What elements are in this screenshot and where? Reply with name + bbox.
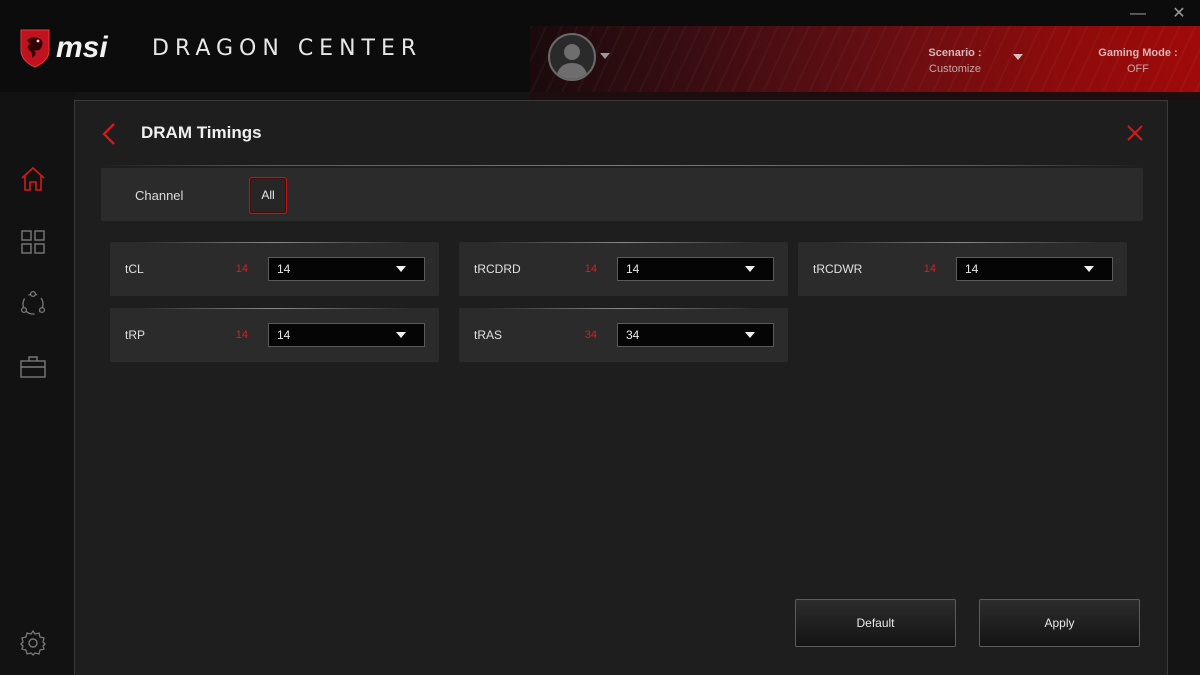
back-arrow-icon[interactable] xyxy=(99,121,119,147)
apply-button[interactable]: Apply xyxy=(979,599,1140,647)
dropdown-arrow-icon xyxy=(1084,266,1094,272)
network-icon[interactable] xyxy=(18,289,48,319)
dropdown-arrow-icon xyxy=(745,266,755,272)
minimize-window-button[interactable]: — xyxy=(1127,4,1149,24)
timing-card-trcdwr: tRCDWR 14 14 xyxy=(798,242,1127,296)
channel-all-button[interactable]: All xyxy=(249,177,287,214)
timing-current-value: 14 xyxy=(923,263,936,275)
timing-name: tRAS xyxy=(474,328,503,342)
timing-selected-value: 34 xyxy=(626,328,640,342)
dropdown-arrow-icon xyxy=(396,266,406,272)
apps-grid-icon[interactable] xyxy=(18,227,48,257)
app-title: DRAGON CENTER xyxy=(152,36,423,61)
timing-name: tRCDWR xyxy=(813,262,863,276)
gear-icon[interactable] xyxy=(18,628,48,658)
scenario-value: Customize xyxy=(929,63,981,75)
gaming-mode-value: OFF xyxy=(1127,63,1149,75)
timing-current-value: 14 xyxy=(584,263,597,275)
timing-name: tRP xyxy=(125,328,146,342)
home-icon[interactable] xyxy=(18,164,48,194)
user-avatar[interactable] xyxy=(548,33,596,81)
scenario-dropdown-caret-icon[interactable] xyxy=(1013,54,1023,60)
timing-select-trcdwr[interactable]: 14 xyxy=(956,257,1113,281)
timing-select-trcdrd[interactable]: 14 xyxy=(617,257,774,281)
user-silhouette-icon xyxy=(556,44,588,79)
timing-selected-value: 14 xyxy=(965,262,979,276)
close-window-button[interactable]: ✕ xyxy=(1168,4,1190,24)
scenario-label: Scenario : xyxy=(928,47,982,59)
timing-select-trp[interactable]: 14 xyxy=(268,323,425,347)
dropdown-arrow-icon xyxy=(745,332,755,338)
timing-name: tRCDRD xyxy=(474,262,521,276)
gaming-mode-status[interactable]: Gaming Mode : OFF xyxy=(1098,47,1178,75)
timing-current-value: 34 xyxy=(584,329,597,341)
timing-select-tras[interactable]: 34 xyxy=(617,323,774,347)
close-panel-icon[interactable] xyxy=(1125,123,1145,143)
toolbox-icon[interactable] xyxy=(18,352,48,382)
channel-bar: Channel All xyxy=(101,168,1143,221)
title-divider xyxy=(101,165,1143,166)
msi-dragon-logo-icon xyxy=(20,29,50,68)
scenario-selector[interactable]: Scenario : Customize xyxy=(920,47,990,75)
gaming-mode-label: Gaming Mode : xyxy=(1098,47,1178,59)
timing-selected-value: 14 xyxy=(277,262,291,276)
timing-current-value: 14 xyxy=(235,263,248,275)
timing-name: tCL xyxy=(125,262,144,276)
default-button[interactable]: Default xyxy=(795,599,956,647)
channel-label: Channel xyxy=(135,188,184,203)
timing-current-value: 14 xyxy=(235,329,248,341)
timing-card-trcdrd: tRCDRD 14 14 xyxy=(459,242,788,296)
header-strip xyxy=(530,92,1200,100)
avatar-dropdown-caret-icon[interactable] xyxy=(600,53,610,59)
brand-wordmark: msi xyxy=(56,31,108,64)
page-title: DRAM Timings xyxy=(141,123,262,142)
dropdown-arrow-icon xyxy=(396,332,406,338)
timing-select-tcl[interactable]: 14 xyxy=(268,257,425,281)
timing-card-trp: tRP 14 14 xyxy=(110,308,439,362)
timing-card-tcl: tCL 14 14 xyxy=(110,242,439,296)
dram-timings-panel: DRAM Timings Channel All tCL 14 14 tRCDR… xyxy=(74,100,1168,675)
timing-selected-value: 14 xyxy=(626,262,640,276)
timing-selected-value: 14 xyxy=(277,328,291,342)
timing-card-tras: tRAS 34 34 xyxy=(459,308,788,362)
